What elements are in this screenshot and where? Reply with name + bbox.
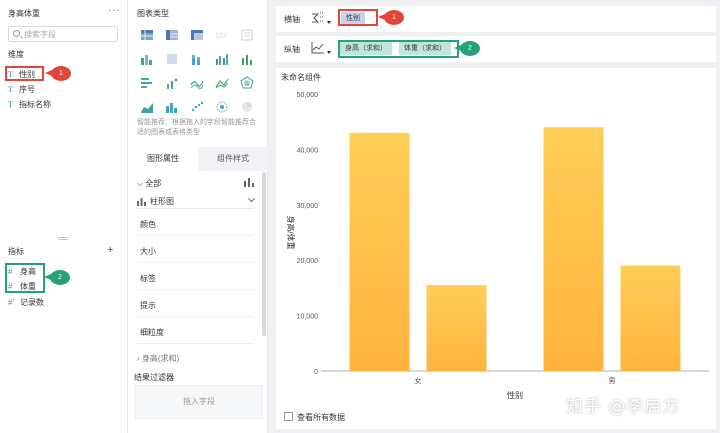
property-tabs: 图形属性 组件样式 <box>128 147 268 171</box>
bar-chart: 50,000 40,000 30,000 20,000 10,000 0 女 男性别 身高/体重 <box>286 92 709 400</box>
scatter-bar-icon[interactable] <box>162 74 182 92</box>
measure-property-label: 身高(求和) <box>141 354 180 363</box>
more-icon[interactable]: ··· <box>108 5 121 16</box>
y-axis-label: 纵轴 <box>284 45 300 54</box>
result-filter-title: 结果过滤器 <box>134 373 174 382</box>
x-axis-title: 性别 <box>507 390 523 400</box>
watermark: 知乎 @李启方 <box>566 397 681 417</box>
chevron-down-icon <box>247 195 256 203</box>
bar-type-icon <box>244 178 254 187</box>
callout-badge-1b: 1 <box>378 10 404 25</box>
tab-graphic-properties[interactable]: 图形属性 <box>128 147 198 171</box>
y-tick-label: 10,000 <box>297 314 319 321</box>
bar-1-0 <box>543 127 604 371</box>
x-axis-sort-icon[interactable] <box>310 11 326 25</box>
bar-1-1 <box>620 265 681 371</box>
chart-type-select[interactable]: 柱形图 <box>137 195 256 209</box>
field-label: 记录数 <box>20 297 44 307</box>
prop-color[interactable]: 颜色 <box>137 214 254 236</box>
all-label: 全部 <box>145 179 162 188</box>
dimension-field-metric-name[interactable]: T 指标名称 <box>8 98 51 110</box>
caret-down-icon[interactable] <box>327 21 331 24</box>
kpi-number-icon[interactable]: 123 <box>212 26 232 44</box>
stacked-bar-icon[interactable] <box>187 50 207 68</box>
line-chart-icon[interactable] <box>187 74 207 92</box>
tab-component-style[interactable]: 组件样式 <box>198 147 268 171</box>
dimension-section-label: 维度 <box>8 50 24 59</box>
prop-granularity[interactable]: 细粒度 <box>137 322 254 344</box>
x-tick-label: 男 <box>609 377 616 385</box>
cross-table-icon[interactable] <box>187 26 207 44</box>
filter-drop-zone[interactable]: 拖入字段 <box>135 385 263 419</box>
bar-chart-icon[interactable] <box>237 50 257 68</box>
scatter-plot-icon[interactable] <box>187 98 207 116</box>
x-tick-label: 女 <box>415 376 422 385</box>
chart-type-panel: 图表类型 123 智能推荐：根据拖入的字段智能推荐合适的图表或表格类型 图形属性… <box>128 0 268 433</box>
y-tick-label: 30,000 <box>297 203 319 210</box>
prop-tooltip[interactable]: 提示 <box>137 295 254 317</box>
area-line-icon[interactable] <box>212 74 232 92</box>
search-input[interactable] <box>24 28 116 40</box>
group-table-icon[interactable] <box>162 26 182 44</box>
dimension-field-index[interactable]: T 序号 <box>8 83 35 95</box>
chart-type-grid: 123 <box>137 26 263 116</box>
bubble-chart-icon[interactable] <box>212 98 232 116</box>
chart-widget[interactable]: 50,000 40,000 30,000 20,000 10,000 0 女 男性别 身高/体重… <box>276 68 716 429</box>
highlight-box-1 <box>5 66 44 81</box>
bar-0-1 <box>426 285 487 371</box>
grouped-bar-icon[interactable] <box>137 50 157 68</box>
field-search[interactable] <box>8 26 118 42</box>
property-scrollbar[interactable] <box>262 172 266 336</box>
show-all-data-label: 查看所有数据 <box>297 413 345 422</box>
callout-badge-2: 2 <box>44 270 70 285</box>
highlight-box-2 <box>5 263 45 293</box>
text-type-icon: T <box>8 84 13 94</box>
panel-splitter-handle[interactable] <box>58 237 68 240</box>
column-chart-icon[interactable] <box>162 98 182 116</box>
number-type-icon: #' <box>8 297 14 307</box>
add-measure-icon[interactable]: + <box>107 244 113 256</box>
search-icon <box>13 30 20 37</box>
area-chart-icon[interactable] <box>137 98 157 116</box>
callout-badge-1: 1 <box>45 66 71 81</box>
highlight-box-2b <box>338 40 459 58</box>
field-label: 指标名称 <box>19 99 51 109</box>
all-properties-toggle[interactable]: ⌵ 全部 <box>137 178 161 189</box>
y-axis-title: 身高/体重 <box>286 215 296 249</box>
show-all-data-checkbox[interactable] <box>284 412 293 421</box>
bar-type-icon <box>137 197 146 206</box>
y-axis-chart-icon[interactable] <box>310 41 326 55</box>
smart-recommend-hint: 智能推荐：根据拖入的字段智能推荐合适的图表或表格类型 <box>137 119 256 136</box>
bar-0-0 <box>349 132 410 371</box>
chart-type-title: 图表类型 <box>137 9 169 18</box>
bar-multi-icon[interactable] <box>212 50 232 68</box>
pie-chart-icon[interactable] <box>237 98 257 116</box>
y-tick-label: 50,000 <box>297 92 319 99</box>
svg-text:123: 123 <box>215 33 227 40</box>
measure-section-label: 指标 <box>8 247 24 256</box>
x-axis-label: 横轴 <box>284 15 300 24</box>
text-type-icon: T <box>8 99 13 109</box>
measure-field-record-count[interactable]: #' 记录数 <box>8 296 44 308</box>
table-chart-icon[interactable] <box>137 26 157 44</box>
data-panel: 身高体重 ··· 维度 T 性别 T 序号 T 指标名称 1 指标 + # 身高… <box>0 0 128 433</box>
y-tick-label: 20,000 <box>297 258 319 265</box>
widget-title: 未命名组件 <box>281 73 321 82</box>
y-tick-label: 40,000 <box>297 147 319 154</box>
chart-type-select-value: 柱形图 <box>150 197 174 206</box>
prop-size[interactable]: 大小 <box>137 241 254 263</box>
measure-property-row[interactable]: › 身高(求和) <box>137 353 254 363</box>
horizontal-bar-icon[interactable] <box>137 74 157 92</box>
radar-chart-icon[interactable] <box>237 74 257 92</box>
highlight-box-1b <box>338 9 378 26</box>
callout-badge-2b: 2 <box>454 41 480 56</box>
prop-label[interactable]: 标签 <box>137 268 254 290</box>
heatmap-icon[interactable] <box>162 50 182 68</box>
y-tick-label: 0 <box>314 369 318 376</box>
caret-down-icon[interactable] <box>327 51 331 54</box>
text-widget-icon[interactable] <box>237 26 257 44</box>
field-label: 序号 <box>19 84 35 94</box>
dataset-title: 身高体重 <box>8 9 40 18</box>
